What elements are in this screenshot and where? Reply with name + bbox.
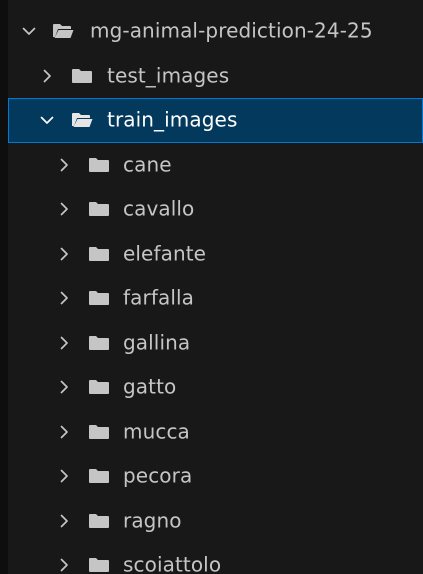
chevron-down-icon[interactable] xyxy=(38,111,56,129)
tree-item-pecora[interactable]: pecora xyxy=(8,454,423,499)
folder-icon xyxy=(71,68,93,84)
folder-icon xyxy=(88,557,110,573)
folder-icon xyxy=(88,246,110,262)
tree-item-scoiattolo[interactable]: scoiattolo xyxy=(8,543,423,574)
tree-item-gatto[interactable]: gatto xyxy=(8,365,423,410)
tree-item-cane[interactable]: cane xyxy=(8,143,423,188)
tree-item-label: elefante xyxy=(123,241,207,266)
tree-item-label: scoiattolo xyxy=(123,552,222,574)
folder-icon xyxy=(88,513,110,529)
chevron-right-icon[interactable] xyxy=(55,289,73,307)
folder-icon xyxy=(88,201,110,217)
tree-item-root-folder[interactable]: mg-animal-prediction-24-25 xyxy=(8,9,423,54)
folder-icon xyxy=(88,290,110,306)
tree-item-mucca[interactable]: mucca xyxy=(8,410,423,455)
tree-item-farfalla[interactable]: farfalla xyxy=(8,276,423,321)
tree-item-label: gatto xyxy=(123,374,177,399)
tree-item-train-images[interactable]: train_images xyxy=(8,98,423,143)
chevron-right-icon[interactable] xyxy=(55,512,73,530)
chevron-right-icon[interactable] xyxy=(55,200,73,218)
folder-icon xyxy=(88,335,110,351)
tree-item-cavallo[interactable]: cavallo xyxy=(8,187,423,232)
tree-item-label: ragno xyxy=(123,508,182,533)
tree-item-ragno[interactable]: ragno xyxy=(8,499,423,544)
explorer-tree: mg-animal-prediction-24-25 test_images t… xyxy=(8,9,423,574)
tree-item-label: train_images xyxy=(107,107,238,132)
folder-open-icon xyxy=(52,23,74,39)
tree-item-label: gallina xyxy=(123,330,191,355)
tree-item-test-images[interactable]: test_images xyxy=(8,54,423,99)
folder-icon xyxy=(88,424,110,440)
chevron-down-icon[interactable] xyxy=(20,22,38,40)
tree-item-label: pecora xyxy=(123,463,193,488)
chevron-right-icon[interactable] xyxy=(55,245,73,263)
tree-item-label: farfalla xyxy=(123,285,194,310)
chevron-right-icon[interactable] xyxy=(55,378,73,396)
folder-icon xyxy=(88,157,110,173)
tree-item-label: cavallo xyxy=(123,196,195,221)
folder-open-icon xyxy=(71,112,93,128)
chevron-right-icon[interactable] xyxy=(55,156,73,174)
folder-icon xyxy=(88,379,110,395)
tree-item-label: cane xyxy=(123,152,172,177)
chevron-right-icon[interactable] xyxy=(55,334,73,352)
folder-icon xyxy=(88,468,110,484)
chevron-right-icon[interactable] xyxy=(38,67,56,85)
tree-item-gallina[interactable]: gallina xyxy=(8,321,423,366)
tree-item-label: mucca xyxy=(123,419,190,444)
tree-item-elefante[interactable]: elefante xyxy=(8,232,423,277)
tree-item-label: mg-animal-prediction-24-25 xyxy=(90,18,373,43)
chevron-right-icon[interactable] xyxy=(55,423,73,441)
tree-item-label: test_images xyxy=(107,63,230,88)
chevron-right-icon[interactable] xyxy=(55,467,73,485)
sidebar-edge xyxy=(0,0,8,574)
chevron-right-icon[interactable] xyxy=(55,556,73,574)
